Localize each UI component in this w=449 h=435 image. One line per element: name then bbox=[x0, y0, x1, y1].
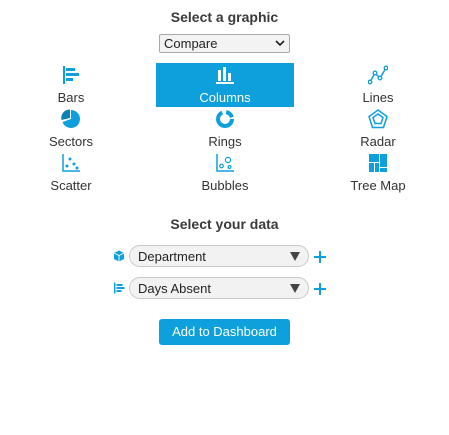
dimension-select[interactable]: Department bbox=[129, 245, 309, 267]
bars-icon bbox=[63, 66, 79, 84]
graphic-treemap[interactable]: Tree Map bbox=[309, 151, 447, 195]
compare-select-value: Compare bbox=[164, 36, 218, 51]
graphic-columns[interactable]: Columns bbox=[156, 63, 294, 107]
add-to-dashboard-button[interactable]: Add to Dashboard bbox=[159, 319, 290, 345]
select-graphic-title: Select a graphic bbox=[170, 9, 279, 25]
columns-icon bbox=[216, 67, 234, 84]
tree-map-icon bbox=[369, 154, 387, 172]
add-dimension-plus-icon[interactable] bbox=[314, 251, 326, 263]
graphic-bubbles-label: Bubbles bbox=[201, 178, 249, 193]
select-data-title: Select your data bbox=[170, 216, 279, 232]
graphic-radar-label: Radar bbox=[360, 134, 396, 149]
cube-icon bbox=[113, 250, 125, 262]
graphic-scatter-label: Scatter bbox=[50, 178, 92, 193]
add-measure-plus-icon[interactable] bbox=[314, 283, 326, 295]
graphic-sectors[interactable]: Sectors bbox=[2, 107, 140, 151]
graphic-radar[interactable]: Radar bbox=[309, 107, 447, 151]
scatter-icon bbox=[62, 154, 80, 172]
graphic-bars-label: Bars bbox=[57, 90, 85, 105]
graphic-bubbles[interactable]: Bubbles bbox=[156, 151, 294, 195]
compare-select[interactable]: Compare bbox=[159, 34, 290, 53]
measure-select-value: Days Absent bbox=[138, 281, 211, 296]
radar-icon bbox=[368, 109, 388, 129]
bubbles-icon bbox=[216, 154, 234, 172]
graphic-bars[interactable]: Bars bbox=[2, 63, 140, 107]
dimension-select-value: Department bbox=[138, 249, 206, 264]
graphic-lines[interactable]: Lines bbox=[309, 63, 447, 107]
graphic-columns-label: Columns bbox=[199, 90, 251, 105]
graphic-rings[interactable]: Rings bbox=[156, 107, 294, 151]
graphic-lines-label: Lines bbox=[362, 90, 394, 105]
rings-icon bbox=[216, 110, 234, 128]
measure-select[interactable]: Days Absent bbox=[129, 277, 309, 299]
lines-icon bbox=[368, 65, 388, 85]
caret-down-icon bbox=[290, 252, 300, 261]
chevron-down-icon bbox=[275, 40, 285, 47]
graphic-treemap-label: Tree Map bbox=[350, 178, 406, 193]
caret-down-icon bbox=[290, 284, 300, 293]
graphic-sectors-label: Sectors bbox=[48, 134, 94, 149]
graphic-rings-label: Rings bbox=[208, 134, 242, 149]
sectors-icon bbox=[61, 109, 80, 128]
graphic-scatter[interactable]: Scatter bbox=[2, 151, 140, 195]
measure-icon bbox=[114, 282, 125, 294]
